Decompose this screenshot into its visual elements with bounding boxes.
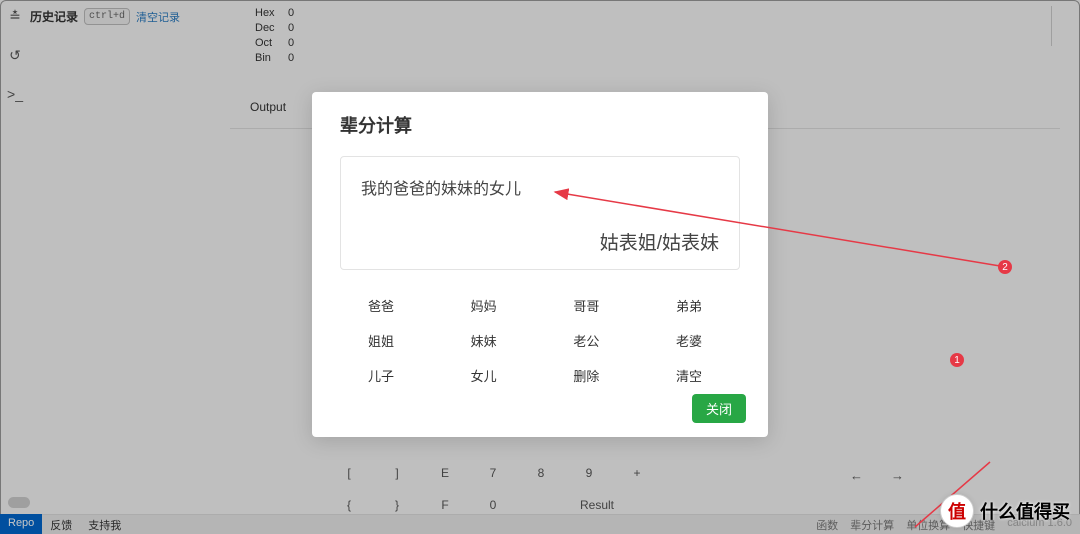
annotation-badge-2: 2 xyxy=(998,260,1012,274)
relative-button[interactable]: 爸爸 xyxy=(368,296,404,315)
relative-button[interactable]: 妹妹 xyxy=(471,331,507,350)
relative-button[interactable]: 老公 xyxy=(573,331,609,350)
clear-button[interactable]: 清空 xyxy=(676,366,712,385)
relative-button[interactable]: 姐姐 xyxy=(368,331,404,350)
watermark: 值 什么值得买 xyxy=(940,494,1070,528)
relative-button[interactable]: 妈妈 xyxy=(471,296,507,315)
relative-button[interactable]: 女儿 xyxy=(471,366,507,385)
query-text: 我的爸爸的妹妹的女儿 xyxy=(361,175,719,199)
relative-button[interactable]: 弟弟 xyxy=(676,296,712,315)
dialog-title: 辈分计算 xyxy=(340,112,740,138)
relative-button[interactable]: 哥哥 xyxy=(573,296,609,315)
delete-button[interactable]: 删除 xyxy=(573,366,609,385)
query-result: 姑表姐/姑表妹 xyxy=(600,228,719,255)
close-button[interactable]: 关闭 xyxy=(692,394,746,423)
generation-dialog: 辈分计算 我的爸爸的妹妹的女儿 姑表姐/姑表妹 爸爸 妈妈 哥哥 弟弟 姐姐 妹… xyxy=(312,92,768,437)
annotation-badge-1: 1 xyxy=(950,353,964,367)
relative-button[interactable]: 老婆 xyxy=(676,331,712,350)
query-box: 我的爸爸的妹妹的女儿 姑表姐/姑表妹 xyxy=(340,156,740,270)
watermark-text: 什么值得买 xyxy=(980,498,1070,524)
watermark-icon: 值 xyxy=(940,494,974,528)
relative-button[interactable]: 儿子 xyxy=(368,366,404,385)
